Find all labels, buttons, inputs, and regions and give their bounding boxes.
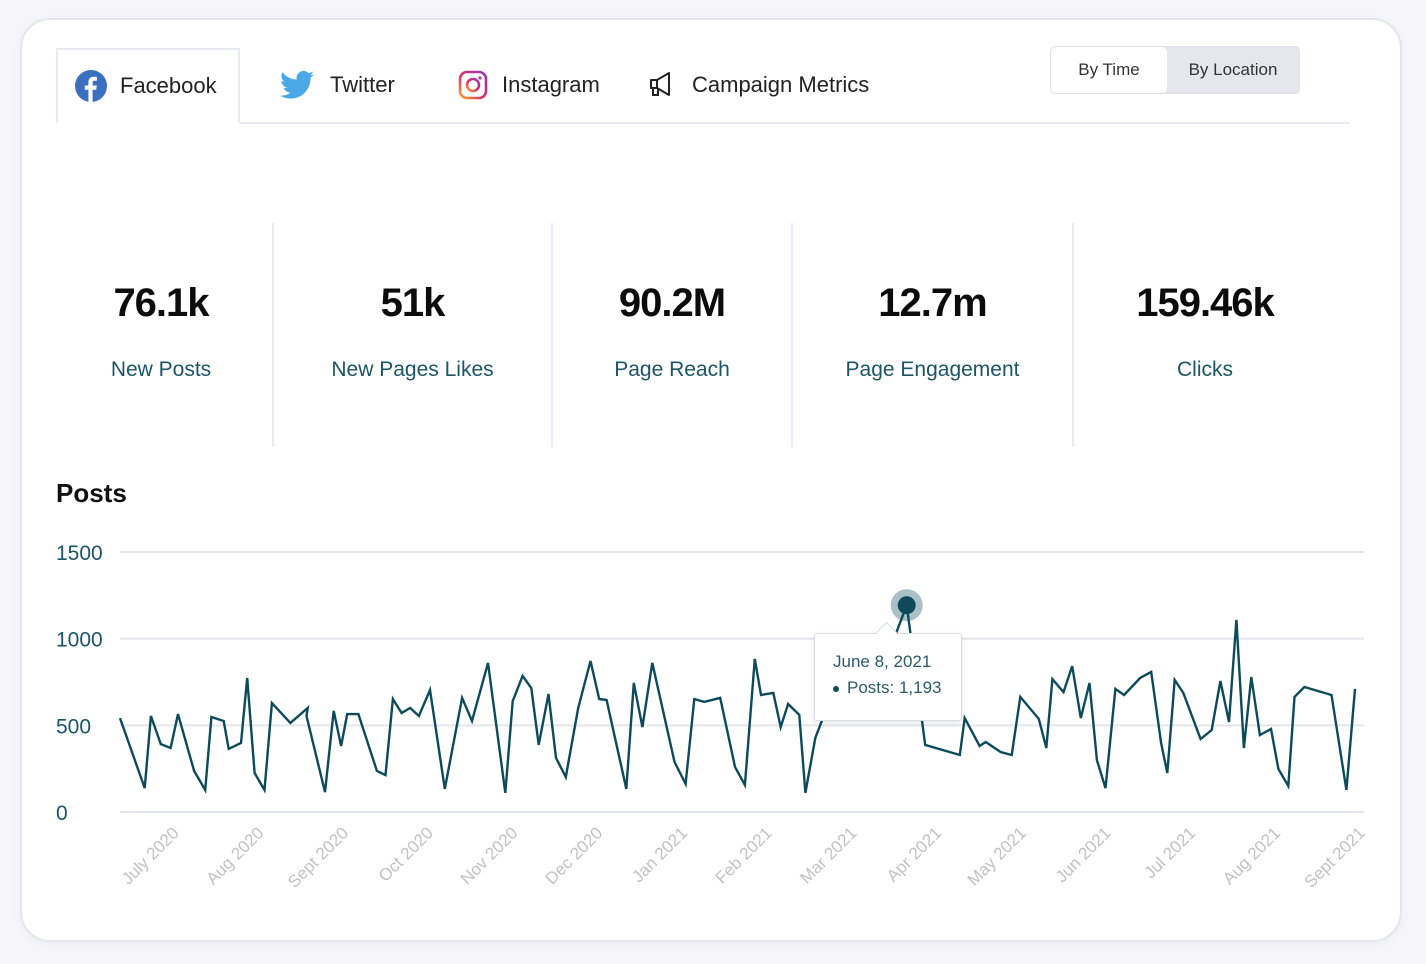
x-tick-label: May 2021 (964, 823, 1030, 889)
posts-series-line (118, 604, 1357, 794)
y-tick-label: 0 (56, 802, 68, 825)
chart-tooltip: June 8, 2021 Posts: 1,193 (814, 621, 962, 721)
x-tick-label: Aug 2021 (1219, 823, 1284, 888)
x-tick-label: Mar 2021 (796, 823, 860, 887)
x-tick-label: Oct 2020 (375, 823, 437, 885)
x-tick-label: Jan 2021 (628, 823, 691, 886)
x-tick-label: Sept 2021 (1301, 823, 1369, 891)
tooltip-value: Posts: 1,193 (833, 678, 961, 698)
tooltip-date: June 8, 2021 (833, 652, 932, 671)
x-tick-label: Jul 2021 (1141, 823, 1200, 882)
posts-line-chart: 0 500 1000 1500 July 2020 Aug 2020 Sept 2020 Oc… (56, 542, 1369, 892)
x-tick-label: Dec 2020 (542, 823, 607, 888)
x-tick-label: July 2020 (118, 823, 183, 888)
highlight-point (897, 596, 916, 615)
y-tick-label: 1000 (56, 629, 103, 652)
x-tick-label: Feb 2021 (712, 823, 776, 887)
series-dot-icon (833, 685, 839, 692)
x-tick-label: Jun 2021 (1052, 823, 1115, 886)
x-tick-label: Apr 2021 (883, 823, 945, 885)
y-tick-label: 500 (56, 715, 91, 738)
tooltip-value-text: Posts: 1,193 (847, 678, 942, 697)
x-tick-label: Sept 2020 (284, 823, 352, 891)
y-tick-label: 1500 (56, 542, 103, 565)
x-tick-label: Aug 2020 (203, 823, 268, 888)
x-tick-label: Nov 2020 (457, 823, 522, 888)
